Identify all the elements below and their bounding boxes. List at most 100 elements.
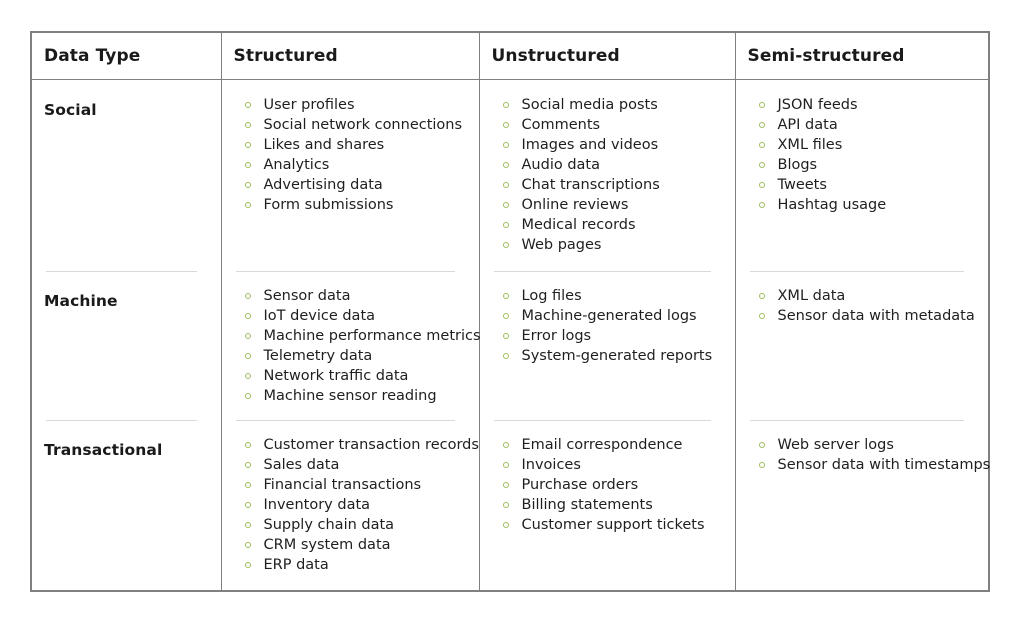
cell-unstructured: Email correspondence Invoices Purchase ord… (479, 419, 736, 590)
cell-unstructured: Social media posts Comments Images and vid… (479, 79, 736, 271)
list-item-label: Social media posts (521, 97, 658, 113)
list-item-label: XML data (777, 287, 846, 304)
list-item: Financial transactions (243, 475, 455, 495)
circle-bullet-icon (244, 122, 251, 128)
list-item: Hashtag usage (757, 195, 965, 215)
list-item-label: Sensor data (263, 287, 351, 304)
list-item: Advertising data (243, 175, 455, 195)
circle-bullet-icon (244, 102, 251, 108)
circle-bullet-icon (758, 202, 765, 208)
list-item: Telemetry data (243, 346, 455, 366)
circle-bullet-icon (502, 162, 509, 168)
list-item: JSON feeds (757, 95, 965, 115)
cell-content: JSON feeds API data XML files Blogs Tweets Ha… (736, 80, 989, 271)
row-label-cell: Machine (32, 270, 222, 420)
list-item-label: Hashtag usage (777, 197, 887, 213)
list-item-label: Sensor data with metadata (777, 307, 975, 324)
circle-bullet-icon (758, 461, 765, 468)
item-list: User profiles Social network connections L… (243, 95, 462, 215)
circle-bullet-icon (758, 142, 765, 148)
list-item-label: JSON feeds (777, 97, 858, 113)
list-item: Web server logs (757, 435, 965, 455)
list-item-label: Billing statements (521, 496, 653, 513)
list-item: Inventory data (243, 495, 455, 515)
list-item: XML files (757, 135, 965, 155)
circle-bullet-icon (244, 332, 251, 339)
list-item: Audio data (501, 155, 711, 175)
column-header-semi-structured: Semi-structured (735, 33, 988, 80)
list-item: Social network connections (243, 115, 462, 135)
circle-bullet-icon (758, 182, 765, 188)
list-item: CRM system data (243, 535, 455, 555)
list-item: User profiles (243, 95, 455, 115)
cell-content: Social media posts Comments Images and vid… (480, 80, 735, 271)
item-list: Email correspondence Invoices Purchase ord… (501, 435, 711, 535)
list-item: Billing statements (501, 495, 711, 515)
cell-semi-structured: JSON feeds API data XML files Blogs Tweets Ha… (735, 79, 989, 271)
circle-bullet-icon (502, 242, 509, 248)
circle-bullet-icon (244, 182, 251, 188)
list-item: Customer transaction records (243, 435, 479, 455)
circle-bullet-icon (502, 461, 509, 468)
circle-bullet-icon (758, 102, 765, 108)
list-item: Machine performance metrics (243, 326, 481, 346)
cell-content: Sensor data IoT device data Machine perfor… (222, 270, 481, 420)
list-item-label: Likes and shares (263, 137, 385, 153)
list-item: Comments (501, 115, 711, 135)
list-item-label: Purchase orders (521, 476, 639, 493)
data-type-matrix-table: Data Type Structured Unstructured Semi-s… (30, 31, 990, 592)
list-item: API data (757, 115, 965, 135)
circle-bullet-icon (758, 162, 765, 168)
circle-bullet-icon (502, 352, 509, 359)
list-item: Invoices (501, 455, 711, 475)
cell-semi-structured: XML data Sensor data with metadata (735, 270, 988, 420)
cell-structured: Sensor data IoT device data Machine perfor… (221, 270, 481, 420)
list-item-label: Log files (521, 287, 582, 304)
table-body: Social User profiles Social network connec… (32, 79, 991, 590)
list-item: Web pages (501, 235, 711, 255)
cell-structured: Customer transaction records Sales data Fi… (221, 419, 480, 590)
list-item-label: Web server logs (777, 436, 894, 453)
circle-bullet-icon (244, 561, 251, 568)
list-item: Analytics (243, 155, 455, 175)
list-item: Tweets (757, 175, 965, 195)
circle-bullet-icon (758, 292, 765, 299)
circle-bullet-icon (502, 332, 509, 339)
list-item: Machine sensor reading (243, 386, 455, 406)
list-item: Machine-generated logs (501, 306, 711, 326)
circle-bullet-icon (502, 312, 509, 319)
list-item-label: Sensor data with timestamps (777, 456, 991, 473)
item-list: Customer transaction records Sales data Fi… (243, 435, 479, 575)
table-row: Transactional Customer transaction record… (32, 419, 991, 590)
cell-content: Email correspondence Invoices Purchase ord… (480, 419, 735, 590)
row-label: Machine (44, 291, 118, 310)
list-item-label: Form submissions (263, 197, 394, 213)
list-item-label: Inventory data (263, 496, 371, 513)
list-item-label: Invoices (521, 456, 581, 473)
list-item: Sensor data with metadata (757, 306, 975, 326)
table-row: Social User profiles Social network connec… (32, 79, 989, 271)
circle-bullet-icon (758, 441, 765, 448)
item-list: XML data Sensor data with metadata (757, 286, 975, 326)
circle-bullet-icon (244, 162, 251, 168)
circle-bullet-icon (502, 102, 509, 108)
list-item-label: Images and videos (521, 137, 659, 153)
list-item-label: CRM system data (263, 536, 391, 553)
circle-bullet-icon (244, 392, 251, 399)
cell-unstructured: Log files Machine-generated logs Error log… (479, 270, 736, 420)
circle-bullet-icon (502, 222, 509, 228)
cell-structured: User profiles Social network connections L… (221, 79, 480, 271)
list-item-label: Chat transcriptions (521, 177, 660, 193)
list-item-label: Machine performance metrics (263, 327, 481, 344)
circle-bullet-icon (502, 182, 509, 188)
list-item-label: System-generated reports (521, 347, 713, 364)
list-item: Purchase orders (501, 475, 711, 495)
list-item-label: API data (777, 117, 838, 133)
circle-bullet-icon (244, 521, 251, 528)
circle-bullet-icon (244, 372, 251, 379)
list-item-label: Financial transactions (263, 476, 422, 493)
circle-bullet-icon (244, 501, 251, 508)
list-item: IoT device data (243, 306, 455, 326)
column-header-unstructured: Unstructured (479, 33, 736, 80)
item-list: Sensor data IoT device data Machine perfor… (243, 286, 481, 406)
